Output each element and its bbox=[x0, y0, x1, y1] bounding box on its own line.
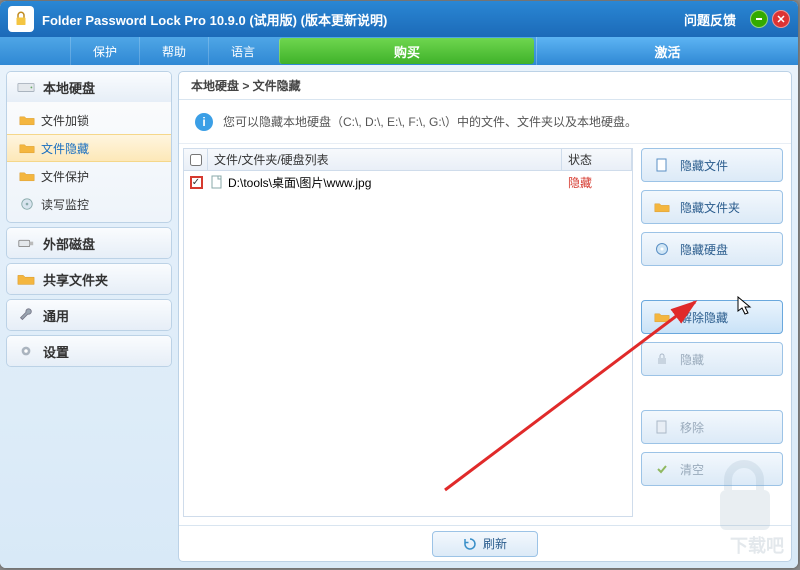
hide-folder-button[interactable]: 隐藏文件夹 bbox=[641, 190, 783, 224]
sidebar-header-label: 外部磁盘 bbox=[43, 234, 95, 253]
sidebar-header-label: 设置 bbox=[43, 342, 69, 361]
sidebar-item-label: 文件隐藏 bbox=[41, 140, 89, 157]
menu-language[interactable]: 语言 bbox=[208, 37, 277, 65]
info-text: 您可以隐藏本地硬盘（C:\, D:\, E:\, F:\, G:\）中的文件、文… bbox=[223, 113, 637, 130]
sidebar-item-file-lock[interactable]: 文件加锁 bbox=[7, 106, 171, 134]
sidebar-header-local-disk[interactable]: 本地硬盘 bbox=[7, 72, 171, 102]
unhide-button[interactable]: 解除隐藏 bbox=[641, 300, 783, 334]
footer: 刷新 bbox=[179, 525, 791, 561]
sidebar-header-label: 共享文件夹 bbox=[43, 270, 108, 289]
sidebar-item-file-protect[interactable]: 文件保护 bbox=[7, 162, 171, 190]
sidebar-group-local-disk: 本地硬盘 文件加锁 文件隐藏 文件保护 bbox=[6, 71, 172, 223]
header-checkbox[interactable] bbox=[184, 149, 208, 170]
lock-icon bbox=[654, 352, 670, 366]
header-status[interactable]: 状态 bbox=[562, 149, 632, 170]
header-path[interactable]: 文件/文件夹/硬盘列表 bbox=[208, 149, 562, 170]
disc-icon bbox=[654, 242, 670, 256]
sidebar-group-external[interactable]: 外部磁盘 bbox=[6, 227, 172, 259]
hide-file-button[interactable]: 隐藏文件 bbox=[641, 148, 783, 182]
folder-icon bbox=[19, 169, 35, 183]
folder-icon bbox=[19, 141, 35, 155]
minimize-button[interactable] bbox=[750, 10, 768, 28]
info-row: i 您可以隐藏本地硬盘（C:\, D:\, E:\, F:\, G:\）中的文件… bbox=[179, 100, 791, 144]
app-window: Folder Password Lock Pro 10.9.0 (试用版) (版… bbox=[0, 1, 798, 568]
body-area: 本地硬盘 文件加锁 文件隐藏 文件保护 bbox=[0, 65, 798, 568]
sidebar-group-shared[interactable]: 共享文件夹 bbox=[6, 263, 172, 295]
app-icon bbox=[8, 6, 34, 32]
menu-help[interactable]: 帮助 bbox=[139, 37, 208, 65]
row-checkbox[interactable]: ✓ bbox=[190, 176, 203, 189]
file-icon bbox=[654, 158, 670, 172]
folder-icon bbox=[654, 200, 670, 214]
hide-drive-button[interactable]: 隐藏硬盘 bbox=[641, 232, 783, 266]
clear-icon bbox=[654, 462, 670, 476]
titlebar: Folder Password Lock Pro 10.9.0 (试用版) (版… bbox=[0, 1, 798, 37]
info-icon: i bbox=[195, 113, 213, 131]
remove-icon bbox=[654, 420, 670, 434]
usb-icon bbox=[17, 236, 35, 250]
remove-button[interactable]: 移除 bbox=[641, 410, 783, 444]
clear-button[interactable]: 清空 bbox=[641, 452, 783, 486]
folder-icon bbox=[17, 272, 35, 286]
wrench-icon bbox=[17, 308, 35, 322]
sidebar-header-label: 通用 bbox=[43, 306, 69, 325]
folder-icon bbox=[19, 113, 35, 127]
buy-button[interactable]: 购买 bbox=[279, 38, 534, 64]
sidebar-item-label: 文件加锁 bbox=[41, 112, 89, 129]
refresh-icon bbox=[463, 537, 477, 551]
table-body: ✓ D:\tools\桌面\图片\www.jpg 隐藏 bbox=[184, 171, 632, 193]
sidebar-item-label: 读写监控 bbox=[41, 196, 89, 213]
row-status: 隐藏 bbox=[562, 174, 632, 191]
sidebar-group-general[interactable]: 通用 bbox=[6, 299, 172, 331]
sidebar-group-settings[interactable]: 设置 bbox=[6, 335, 172, 367]
main-panel: 本地硬盘 > 文件隐藏 i 您可以隐藏本地硬盘（C:\, D:\, E:\, F… bbox=[178, 71, 792, 562]
menubar: 保护 帮助 语言 购买 激活 bbox=[0, 37, 798, 65]
hide-button[interactable]: 隐藏 bbox=[641, 342, 783, 376]
sidebar: 本地硬盘 文件加锁 文件隐藏 文件保护 bbox=[6, 71, 172, 562]
disc-icon bbox=[19, 197, 35, 211]
unlock-icon bbox=[654, 310, 670, 324]
refresh-button[interactable]: 刷新 bbox=[432, 531, 538, 557]
file-icon bbox=[210, 175, 224, 189]
drive-icon bbox=[17, 80, 35, 94]
table-header: 文件/文件夹/硬盘列表 状态 bbox=[184, 149, 632, 171]
activate-button[interactable]: 激活 bbox=[536, 37, 798, 65]
content-row: 文件/文件夹/硬盘列表 状态 ✓ D:\tools\桌面\图片\www.jpg … bbox=[179, 144, 791, 525]
actions-panel: 隐藏文件 隐藏文件夹 隐藏硬盘 解除隐藏 bbox=[641, 148, 783, 517]
app-title: Folder Password Lock Pro 10.9.0 (试用版) (版… bbox=[42, 10, 387, 29]
breadcrumb: 本地硬盘 > 文件隐藏 bbox=[179, 72, 791, 100]
gear-icon bbox=[17, 344, 35, 358]
sidebar-item-file-hide[interactable]: 文件隐藏 bbox=[7, 134, 171, 162]
sidebar-item-label: 文件保护 bbox=[41, 168, 89, 185]
feedback-link[interactable]: 问题反馈 bbox=[684, 10, 736, 29]
sidebar-item-rw-monitor[interactable]: 读写监控 bbox=[7, 190, 171, 218]
row-path: D:\tools\桌面\图片\www.jpg bbox=[228, 174, 371, 191]
close-button[interactable] bbox=[772, 10, 790, 28]
sidebar-header-label: 本地硬盘 bbox=[43, 78, 95, 97]
table-row[interactable]: ✓ D:\tools\桌面\图片\www.jpg 隐藏 bbox=[184, 171, 632, 193]
menu-protect[interactable]: 保护 bbox=[70, 37, 139, 65]
file-table: 文件/文件夹/硬盘列表 状态 ✓ D:\tools\桌面\图片\www.jpg … bbox=[183, 148, 633, 517]
